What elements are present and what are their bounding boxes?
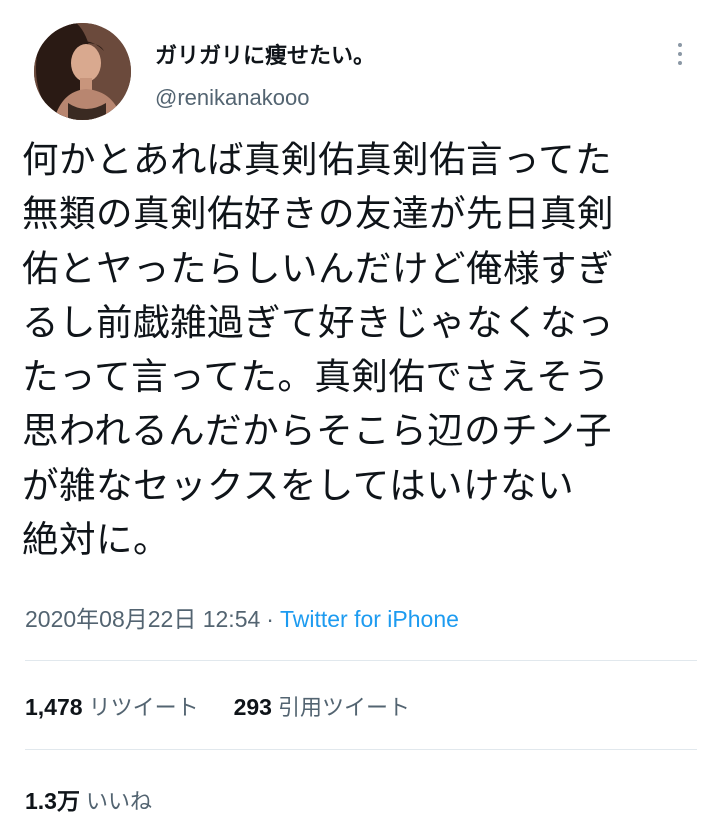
likes-stat[interactable]: 1.3万 いいね — [25, 782, 152, 816]
tweet-text-line: 何かとあれば真剣佑真剣佑言ってた — [22, 138, 613, 181]
engagement-stats: 1,478 リツイート 293 引用ツイート — [25, 690, 410, 722]
meta-separator: · — [266, 606, 274, 632]
tweet-text-line: が雑なセックスをしてはいけない — [22, 463, 575, 507]
likes-stats: 1.3万 いいね — [25, 782, 152, 816]
retweets-label: リツイート — [88, 696, 199, 721]
quotes-stat[interactable]: 293 引用ツイート — [234, 690, 410, 722]
divider — [25, 749, 697, 750]
tweet-text-line: 思われるんだからそこら辺のチン子 — [22, 409, 613, 453]
tweet-text-line: 無類の真剣佑好きの友達が先日真剣 — [22, 192, 614, 236]
more-options-button[interactable] — [662, 36, 698, 72]
divider — [25, 660, 697, 661]
retweets-count: 1,478 — [25, 694, 83, 720]
more-vertical-icon-dot — [678, 61, 682, 65]
user-handle[interactable]: @renikanakooo — [155, 85, 309, 111]
tweet-text-line: たって言ってた。真剣佑でさえそう — [22, 355, 611, 399]
tweet-text: 何かとあれば真剣佑真剣佑言ってた 無類の真剣佑好きの友達が先日真剣 佑とヤったら… — [22, 133, 712, 567]
tweet-detail: ガリガリに痩せたい。 @renikanakooo 何かとあれば真剣佑真剣佑言って… — [0, 0, 719, 837]
tweet-text-line: 絶対に。 — [22, 518, 170, 562]
more-vertical-icon-dot — [678, 52, 682, 56]
tweet-timestamp[interactable]: 2020年08月22日 12:54 — [25, 606, 260, 632]
tweet-text-line: 佑とヤったらしいんだけど俺様すぎ — [22, 246, 614, 290]
more-vertical-icon — [678, 43, 682, 47]
likes-label: いいね — [85, 790, 152, 815]
display-name[interactable]: ガリガリに痩せたい。 — [155, 38, 375, 70]
quotes-label: 引用ツイート — [277, 696, 410, 721]
quotes-count: 293 — [233, 694, 272, 720]
avatar[interactable] — [34, 23, 131, 120]
tweet-source-link[interactable]: Twitter for iPhone — [280, 606, 459, 632]
tweet-text-line: るし前戯雑過ぎて好きじゃなくなっ — [22, 300, 614, 344]
likes-count: 1.3万 — [25, 788, 80, 814]
avatar-image — [34, 23, 131, 120]
retweets-stat[interactable]: 1,478 リツイート — [25, 690, 199, 722]
tweet-meta: 2020年08月22日 12:54 · Twitter for iPhone — [25, 600, 459, 634]
